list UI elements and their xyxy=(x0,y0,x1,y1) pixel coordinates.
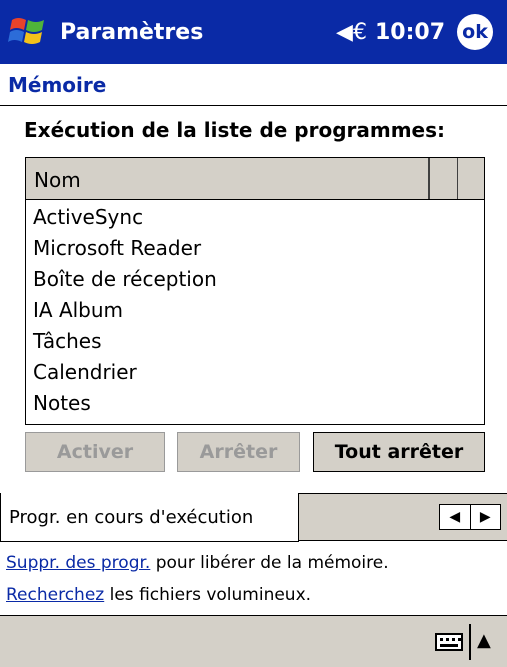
list-header: Nom xyxy=(26,158,484,200)
info-text: pour libérer de la mémoire. xyxy=(150,553,389,573)
ok-button[interactable]: ok xyxy=(457,14,493,50)
start-menu-button[interactable] xyxy=(0,0,56,64)
input-panel-bar: ▲ xyxy=(0,615,507,667)
list-item[interactable]: Tâches xyxy=(26,326,484,357)
section-label: Exécution de la liste de programmes: xyxy=(24,118,446,142)
keyboard-icon[interactable] xyxy=(435,633,463,651)
tab-label: Progr. en cours d'exécution xyxy=(9,507,254,528)
remove-programs-link[interactable]: Suppr. des progr. xyxy=(6,553,150,573)
tab-running-programs[interactable]: Progr. en cours d'exécution xyxy=(0,493,299,542)
speaker-icon[interactable]: ◀€ xyxy=(336,20,367,45)
clock[interactable]: 10:07 xyxy=(375,20,445,45)
list-item[interactable]: IA Album xyxy=(26,295,484,326)
tab-scroll-right-icon[interactable]: ▶ xyxy=(471,505,501,529)
page-title: Mémoire xyxy=(8,73,107,97)
info-line-remove: Suppr. des progr. pour libérer de la mém… xyxy=(6,553,389,573)
program-list: Nom ActiveSync Microsoft Reader Boîte de… xyxy=(25,157,485,425)
tab-scroll-left-icon[interactable]: ◀ xyxy=(440,505,471,529)
program-items: ActiveSync Microsoft Reader Boîte de réc… xyxy=(26,200,484,419)
list-item[interactable]: Calendrier xyxy=(26,357,484,388)
list-item[interactable]: Boîte de réception xyxy=(26,264,484,295)
stop-all-button[interactable]: Tout arrêter xyxy=(313,432,485,472)
list-item[interactable]: Notes xyxy=(26,388,484,419)
windows-flag-icon xyxy=(8,18,44,44)
info-text: les fichiers volumineux. xyxy=(104,585,312,605)
tab-scroll-control: ◀ ▶ xyxy=(439,504,501,530)
tab-bar: Progr. en cours d'exécution ◀ ▶ xyxy=(0,493,507,542)
column-header-label: Nom xyxy=(34,168,81,192)
app-title: Paramètres xyxy=(60,19,204,45)
page-header: Mémoire xyxy=(0,64,507,106)
search-files-link[interactable]: Recherchez xyxy=(6,585,104,605)
divider xyxy=(469,624,471,660)
info-line-search: Recherchez les fichiers volumineux. xyxy=(6,585,311,605)
activate-button[interactable]: Activer xyxy=(25,432,165,472)
column-header-empty[interactable] xyxy=(432,158,458,199)
title-bar: Paramètres ◀€ 10:07 ok xyxy=(0,0,507,64)
column-header-nom[interactable]: Nom xyxy=(26,158,430,199)
list-item[interactable]: Microsoft Reader xyxy=(26,233,484,264)
input-method-arrow-icon[interactable]: ▲ xyxy=(477,630,491,651)
list-item[interactable]: ActiveSync xyxy=(26,202,484,233)
stop-button[interactable]: Arrêter xyxy=(177,432,300,472)
